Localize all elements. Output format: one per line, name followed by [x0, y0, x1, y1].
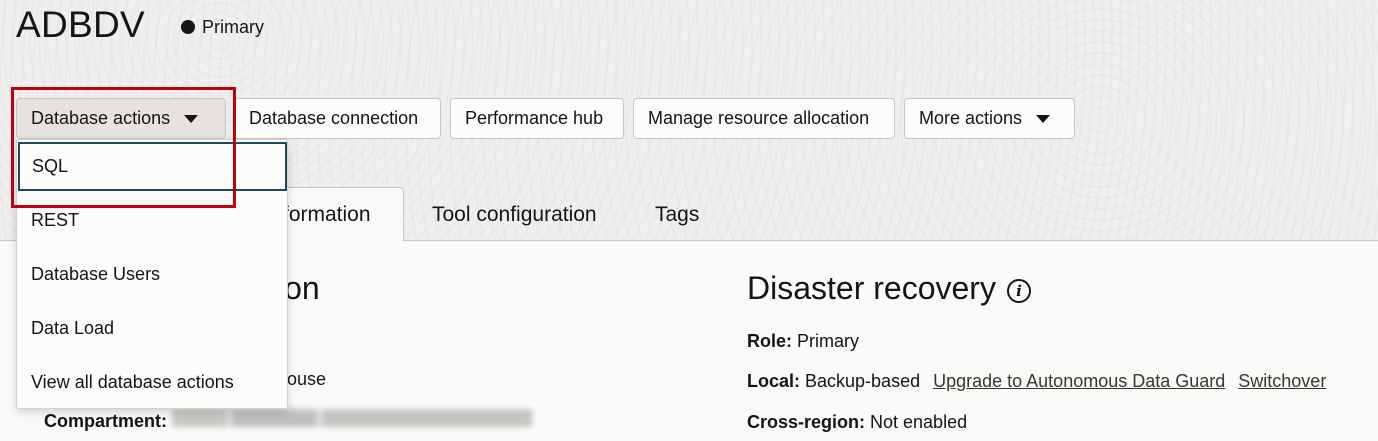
- caret-down-icon: [1036, 114, 1051, 123]
- compartment-label: Compartment:: [44, 411, 168, 431]
- page-title: ADBDV: [16, 4, 145, 45]
- upgrade-link[interactable]: Upgrade to Autonomous Data Guard: [933, 371, 1225, 392]
- database-connection-label: Database connection: [249, 108, 419, 128]
- role-label: Role:: [747, 331, 792, 351]
- status-dot-icon: [181, 20, 195, 34]
- more-actions-label: More actions: [919, 108, 1023, 128]
- role-value: Primary: [797, 331, 859, 351]
- cross-region-value: Not enabled: [870, 412, 968, 432]
- compartment-value-redacted: [172, 409, 533, 427]
- status-label: Primary: [202, 16, 264, 37]
- menu-item-label: View all database actions: [31, 371, 234, 392]
- info-icon[interactable]: i: [1007, 279, 1031, 303]
- tab-tool-configuration[interactable]: Tool configuration: [432, 203, 597, 227]
- manage-resource-allocation-label: Manage resource allocation: [648, 108, 870, 128]
- database-connection-button[interactable]: Database connection: [234, 98, 441, 139]
- workload-value: ouse: [287, 369, 326, 390]
- local-field: Local: Backup-based Upgrade to Autonomou…: [747, 371, 1326, 392]
- compartment-field: Compartment:: [44, 409, 533, 432]
- disaster-recovery-title: Disaster recovery: [747, 270, 996, 306]
- tab-tags[interactable]: Tags: [655, 203, 699, 227]
- performance-hub-button[interactable]: Performance hub: [450, 98, 624, 139]
- local-label: Local:: [747, 371, 801, 391]
- menu-item-label: Data Load: [31, 317, 115, 338]
- menu-item-label: REST: [31, 209, 80, 230]
- menu-item-sql[interactable]: SQL: [18, 142, 287, 191]
- manage-resource-allocation-button[interactable]: Manage resource allocation: [633, 98, 895, 139]
- role-field: Role: Primary: [747, 331, 859, 352]
- database-actions-button[interactable]: Database actions: [16, 98, 226, 139]
- menu-item-rest[interactable]: REST: [17, 196, 287, 244]
- performance-hub-label: Performance hub: [465, 108, 604, 128]
- menu-item-view-all[interactable]: View all database actions: [17, 358, 287, 406]
- local-value: Backup-based: [805, 371, 921, 391]
- menu-item-label: SQL: [32, 156, 69, 176]
- cross-region-field: Cross-region: Not enabled: [747, 412, 967, 433]
- workload-text: ouse: [287, 369, 327, 389]
- menu-item-label: Database Users: [31, 263, 161, 284]
- caret-down-icon: [184, 114, 199, 123]
- menu-item-database-users[interactable]: Database Users: [17, 250, 287, 298]
- database-actions-label: Database actions: [31, 108, 171, 128]
- menu-item-data-load[interactable]: Data Load: [17, 304, 287, 352]
- switchover-link[interactable]: Switchover: [1238, 371, 1326, 392]
- status-badge: Primary: [181, 16, 264, 38]
- cross-region-label: Cross-region:: [747, 412, 866, 432]
- more-actions-button[interactable]: More actions: [904, 98, 1075, 139]
- database-actions-menu: SQL REST Database Users Data Load View a…: [16, 139, 288, 409]
- tab-information-label: formation: [283, 203, 371, 226]
